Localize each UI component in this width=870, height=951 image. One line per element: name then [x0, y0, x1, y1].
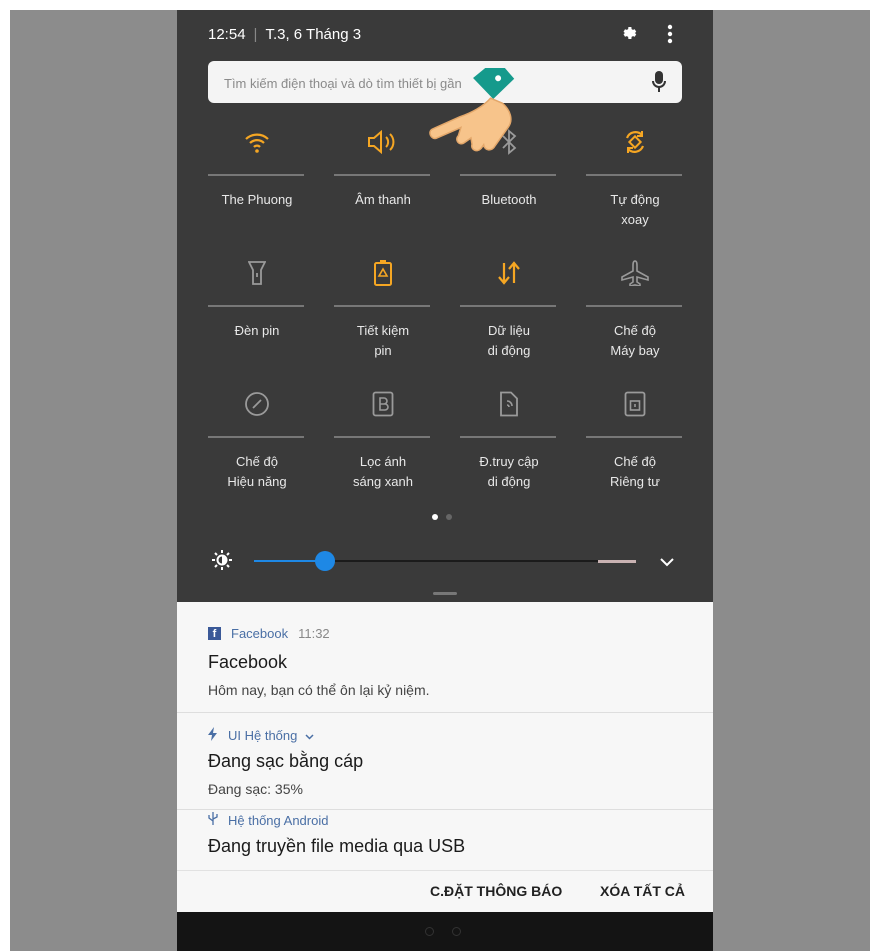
quick-tile-label: Đ.truy cập di động [479, 454, 539, 489]
speaker-icon [363, 122, 403, 162]
notification-header: Hệ thống Android [208, 812, 328, 828]
notification-facebook[interactable]: f Facebook 11:32 Facebook Hôm nay, bạn c… [177, 602, 713, 713]
brightness-icon [212, 550, 232, 575]
auto-rotate-icon [615, 122, 655, 162]
notification-app-name: Hệ thống Android [228, 812, 329, 828]
mobile-data-icon [489, 253, 529, 293]
notification-list: f Facebook 11:32 Facebook Hôm nay, bạn c… [177, 602, 713, 902]
page-dot-active [432, 514, 438, 520]
status-separator: | [253, 26, 258, 43]
date: T.3, 6 Tháng 3 [265, 26, 362, 43]
notification-title: Đang truyền file media qua USB [208, 836, 466, 856]
notification-title: Facebook [208, 652, 288, 672]
private-mode-icon [615, 384, 655, 424]
lightning-icon [208, 727, 218, 744]
pointing-hand-icon [423, 58, 539, 168]
microphone-icon[interactable] [652, 71, 666, 98]
flashlight-icon [237, 253, 277, 293]
performance-gauge-icon [237, 384, 277, 424]
blue-light-filter-icon [363, 384, 403, 424]
quick-tile-label: Chế độ Máy bay [610, 323, 660, 358]
tile-divider [208, 436, 304, 438]
notification-shade: 12:54 | T.3, 6 Tháng 3 The Phuong Âm than… [177, 10, 713, 951]
tile-divider [586, 174, 682, 176]
notification-text: Đang sạc: 35% [208, 781, 303, 797]
brightness-control [212, 546, 682, 576]
more-options-icon[interactable] [667, 24, 673, 49]
brightness-track-end [598, 560, 636, 563]
quick-tile-label: Lọc ánh sáng xanh [353, 454, 413, 489]
notification-header: f Facebook 11:32 [208, 626, 330, 641]
battery-saver-icon [363, 253, 403, 293]
tile-divider [208, 174, 304, 176]
tile-divider [586, 305, 682, 307]
quick-tile-label: Chế độ Hiệu năng [227, 454, 287, 489]
navigation-bar [177, 912, 713, 951]
tile-divider [334, 174, 430, 176]
quick-tile[interactable]: Tiết kiệm pin [320, 249, 446, 379]
quick-tile[interactable]: Tự động xoay [572, 118, 698, 248]
status-actions [619, 24, 673, 49]
tile-divider [586, 436, 682, 438]
quick-tile-label: Tiết kiệm pin [356, 323, 410, 358]
notification-time: 11:32 [298, 626, 330, 641]
tile-divider [460, 174, 556, 176]
notification-app-name: Facebook [231, 626, 289, 641]
tile-divider [208, 305, 304, 307]
quick-tile[interactable]: Chế độ Riêng tư [572, 380, 698, 510]
clock: 12:54 [208, 26, 246, 43]
usb-icon [208, 812, 218, 828]
quick-tile[interactable]: Lọc ánh sáng xanh [320, 380, 446, 510]
status-bar: 12:54 | T.3, 6 Tháng 3 [208, 26, 361, 43]
quick-tile-label: Đèn pin [234, 323, 280, 338]
quick-tile-label: The Phuong [221, 192, 293, 207]
quick-tile[interactable]: Đ.truy cập di động [446, 380, 572, 510]
wifi-icon [237, 122, 277, 162]
expand-chevron-icon[interactable] [660, 554, 674, 572]
page-indicator [432, 514, 452, 520]
notification-app-name: UI Hệ thống [228, 728, 298, 743]
brightness-slider-thumb[interactable] [315, 551, 336, 571]
nav-dot [425, 927, 434, 936]
quick-tile[interactable]: Chế độ Máy bay [572, 249, 698, 379]
nav-dot [452, 927, 461, 936]
notification-header: UI Hệ thống [208, 727, 314, 744]
tile-divider [460, 436, 556, 438]
notification-charging[interactable]: UI Hệ thống Đang sạc bằng cáp Đang sạc: … [177, 713, 713, 810]
quick-tile-label: Bluetooth [481, 192, 537, 207]
quick-tile-label: Chế độ Riêng tư [610, 454, 660, 489]
page-dot [446, 514, 452, 520]
quick-tile-label: Dữ liệu di động [487, 323, 531, 358]
notification-text: Hôm nay, bạn có thể ôn lại kỷ niệm. [208, 682, 430, 698]
notification-settings-button[interactable]: C.ĐẶT THÔNG BÁO [430, 883, 562, 899]
facebook-logo-icon: f [208, 627, 221, 640]
notification-usb[interactable]: Hệ thống Android Đang truyền file media … [177, 810, 713, 870]
tile-divider [460, 305, 556, 307]
settings-gear-icon[interactable] [619, 24, 637, 49]
tile-divider [334, 305, 430, 307]
mobile-hotspot-icon [489, 384, 529, 424]
nav-indicators [425, 927, 461, 936]
quick-tile[interactable]: Chế độ Hiệu năng [194, 380, 320, 510]
drag-handle[interactable] [433, 592, 457, 595]
notification-title: Đang sạc bằng cáp [208, 751, 364, 771]
quick-tile[interactable]: Dữ liệu di động [446, 249, 572, 379]
airplane-icon [615, 253, 655, 293]
tile-divider [334, 436, 430, 438]
chevron-down-icon[interactable] [305, 728, 314, 743]
quick-tile[interactable]: The Phuong [194, 118, 320, 248]
quick-tile[interactable]: Đèn pin [194, 249, 320, 379]
quick-tile-label: Tự động xoay [610, 192, 660, 227]
quick-tile-label: Âm thanh [355, 192, 411, 207]
clear-all-button[interactable]: XÓA TẤT CẢ [600, 883, 685, 899]
notification-footer: C.ĐẶT THÔNG BÁO XÓA TẤT CẢ [177, 870, 713, 913]
